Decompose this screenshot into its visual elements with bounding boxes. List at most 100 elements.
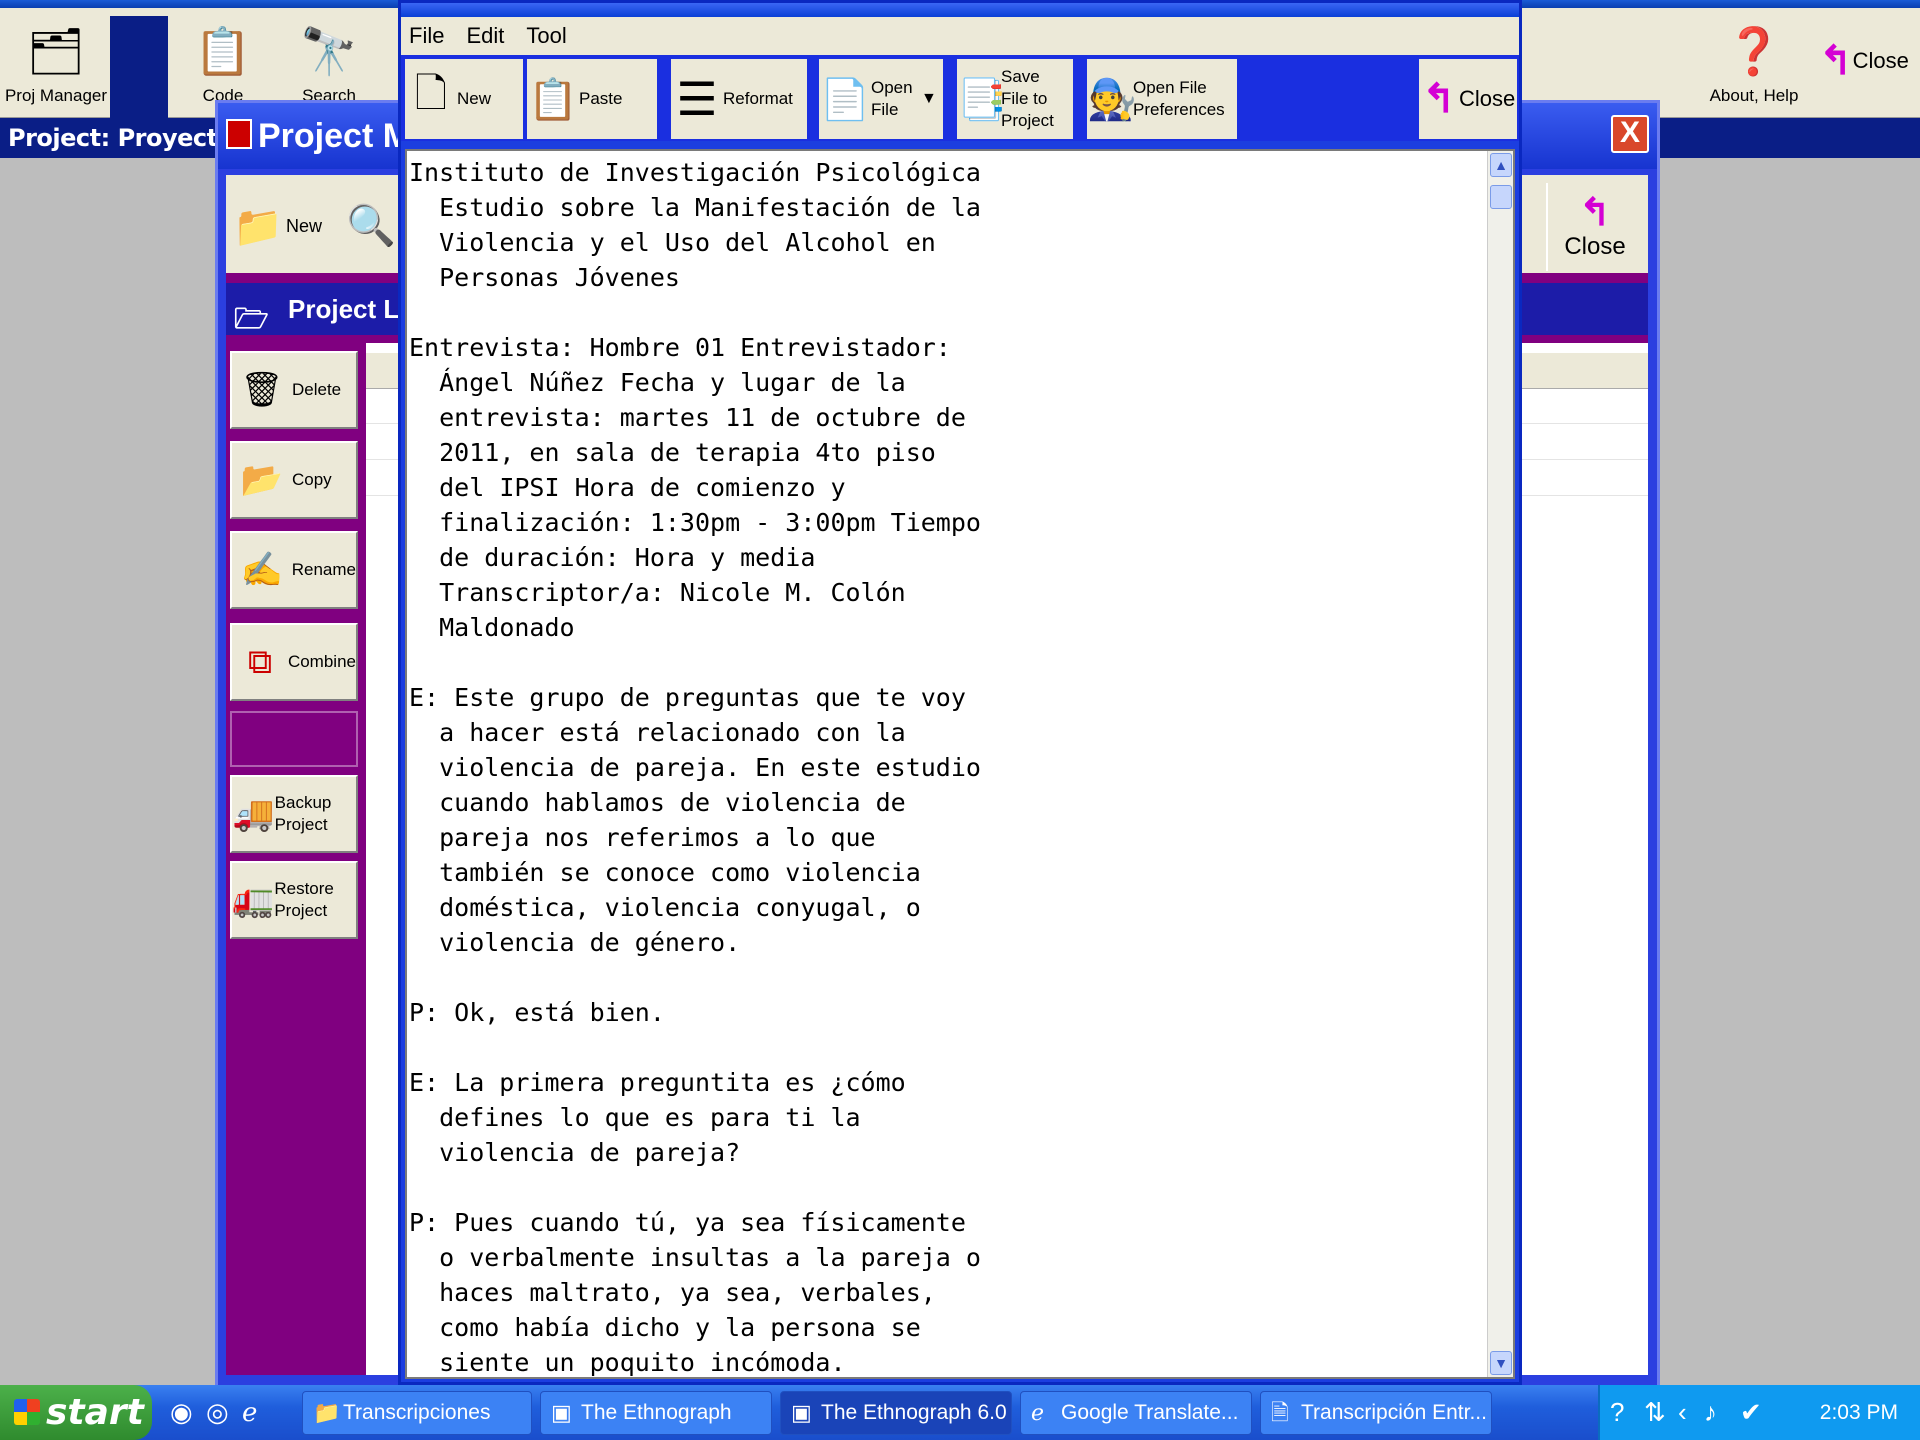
editor-text-area[interactable]: Instituto de Investigación Psicológica E… [405, 149, 1515, 1379]
paste-label: Paste [579, 89, 623, 108]
taskbar: start ◉ ◎ ℯ 📁 Transcripciones ▣ The Ethn… [0, 1385, 1920, 1440]
rename-label: Rename [291, 560, 356, 579]
restore-project-button[interactable]: 🚛 Restore Project [230, 861, 358, 939]
doc-icon: 🗎 [1271, 1400, 1289, 1425]
open-file-label: Open File [871, 78, 913, 119]
editor-window: File Edit Tool 🗋 New 📋 Paste ☰ Reformat … [398, 0, 1522, 1385]
open-file-preferences-button[interactable]: 🧑‍🔧 Open File Preferences [1087, 59, 1237, 139]
pm-new-button[interactable]: 📁 New [230, 189, 340, 263]
tray-expand-icon[interactable]: ‹ [1678, 1397, 1687, 1428]
new-project-icon: 📁 [233, 204, 283, 249]
paste-icon: 📋 [528, 77, 578, 122]
editor-new-button[interactable]: 🗋 New [405, 59, 523, 139]
taskbar-item-transcripciones[interactable]: 📁 Transcripciones [302, 1391, 532, 1435]
reformat-button[interactable]: ☰ Reformat [671, 59, 807, 139]
taskbar-item-label: Transcripciones [343, 1401, 491, 1424]
tray-security-icon[interactable]: ✔ [1740, 1397, 1762, 1428]
chevron-down-icon[interactable]: ▼ [921, 90, 937, 108]
pm-close-arrow-icon: ↰ [1579, 192, 1611, 234]
binoculars-icon: 🔭 [300, 25, 358, 77]
preferences-icon: 🧑‍🔧 [1087, 77, 1137, 122]
main-close-button[interactable]: ↰ Close [1812, 16, 1916, 106]
empty-sidebar-slot [230, 711, 358, 767]
editor-close-arrow-icon: ↰ [1422, 77, 1456, 121]
pm-sidebar: 🗑 Delete 📂 Copy ✍ Rename ⧉ Combine 🚚 Bac… [226, 343, 361, 1375]
about-help-label: About, Help [1709, 86, 1799, 105]
restore-icon: 🚛 [232, 881, 275, 919]
toolbar-divider [110, 16, 168, 118]
quicklaunch-firefox-icon[interactable]: ◎ [206, 1397, 229, 1428]
open-file-icon: 📄 [820, 77, 870, 122]
windows-logo-icon [14, 1399, 40, 1425]
save-file-icon: 📑 [957, 77, 1007, 122]
proj-manager-button[interactable]: 🗂 Proj Manager [4, 16, 108, 118]
app-icon: ▣ [791, 1400, 812, 1425]
editor-scrollbar[interactable]: ▲ ▼ [1487, 151, 1513, 1377]
close-arrow-icon: ↰ [1819, 39, 1853, 83]
proj-manager-icon: 🗂 [26, 25, 86, 77]
copy-button[interactable]: 📂 Copy [230, 441, 358, 519]
editor-close-label: Close [1459, 86, 1516, 111]
taskbar-item-google-translate[interactable]: ℯ Google Translate... [1020, 1391, 1252, 1435]
preferences-label: Open File Preferences [1133, 78, 1225, 119]
open-file-button[interactable]: 📄 Open File ▼ [819, 59, 943, 139]
delete-button[interactable]: 🗑 Delete [230, 351, 358, 429]
start-button[interactable]: start [0, 1385, 152, 1440]
restore-label: Restore Project [274, 879, 334, 920]
pm-close-button[interactable]: X [1611, 115, 1649, 153]
editor-new-label: New [457, 89, 492, 108]
paste-button[interactable]: 📋 Paste [527, 59, 657, 139]
trash-icon: 🗑 [240, 371, 284, 409]
combine-label: Combine [287, 652, 356, 671]
taskbar-item-label: The Ethnograph [581, 1401, 732, 1424]
menu-edit[interactable]: Edit [466, 23, 504, 49]
quicklaunch-ie-icon[interactable]: ℯ [242, 1397, 257, 1428]
taskbar-clock[interactable]: 2:03 PM [1820, 1385, 1898, 1440]
close-x-icon: X [1619, 116, 1640, 149]
system-tray: ? ⇅ ‹ ♪ ✔ 2:03 PM [1598, 1385, 1920, 1440]
tray-help-icon[interactable]: ? [1610, 1397, 1624, 1428]
copy-label: Copy [292, 470, 332, 489]
start-label: start [46, 1392, 144, 1433]
menu-tool[interactable]: Tool [526, 23, 566, 49]
menu-file[interactable]: File [409, 23, 444, 49]
pm-window-icon [226, 119, 252, 149]
pm-close-toolbar-button[interactable]: ↰ Close [1546, 183, 1642, 271]
quicklaunch-browser-icon[interactable]: ◉ [170, 1397, 193, 1428]
backup-label: Backup Project [274, 793, 332, 834]
rename-icon: ✍ [240, 551, 284, 589]
about-help-button[interactable]: ❓ About, Help [1706, 16, 1802, 118]
folder-icon: 📁 [313, 1400, 341, 1425]
taskbar-item-label: Google Translate... [1061, 1401, 1239, 1424]
scroll-thumb[interactable] [1490, 185, 1512, 209]
editor-close-button[interactable]: ↰ Close [1419, 59, 1517, 139]
pm-new-label: New [286, 215, 323, 236]
help-icon: ❓ [1725, 25, 1783, 77]
rename-button[interactable]: ✍ Rename [230, 531, 358, 609]
reformat-icon: ☰ [676, 73, 718, 125]
backup-icon: 🚚 [232, 795, 275, 833]
tray-network-icon[interactable]: ⇅ [1644, 1397, 1666, 1428]
save-file-to-project-button[interactable]: 📑 Save File to Project [957, 59, 1073, 139]
main-close-label: Close [1852, 48, 1909, 73]
editor-menubar: File Edit Tool [401, 17, 1519, 55]
tray-volume-icon[interactable]: ♪ [1704, 1397, 1717, 1428]
scroll-down-icon[interactable]: ▼ [1490, 1351, 1512, 1375]
copy-icon: 📂 [240, 461, 284, 499]
new-file-icon: 🗋 [414, 72, 448, 116]
code-icon: 📋 [194, 25, 252, 77]
save-file-label: Save File to Project [1001, 67, 1054, 130]
proj-manager-label: Proj Manager [4, 86, 108, 105]
taskbar-item-ethnograph[interactable]: ▣ The Ethnograph [540, 1391, 772, 1435]
delete-label: Delete [292, 380, 342, 399]
backup-project-button[interactable]: 🚚 Backup Project [230, 775, 358, 853]
editor-titlebar[interactable] [401, 3, 1519, 17]
app-icon: ▣ [551, 1400, 572, 1425]
taskbar-item-ethnograph-6[interactable]: ▣ The Ethnograph 6.0 [780, 1391, 1012, 1435]
open-project-icon: 🔍 [346, 204, 396, 248]
combine-button[interactable]: ⧉ Combine [230, 623, 358, 701]
taskbar-item-transcripcion[interactable]: 🗎 Transcripción Entr... [1260, 1391, 1492, 1435]
transcript-text[interactable]: Instituto de Investigación Psicológica E… [407, 151, 1487, 1377]
scroll-up-icon[interactable]: ▲ [1490, 153, 1512, 177]
project-list-title: Project Li [288, 294, 407, 324]
